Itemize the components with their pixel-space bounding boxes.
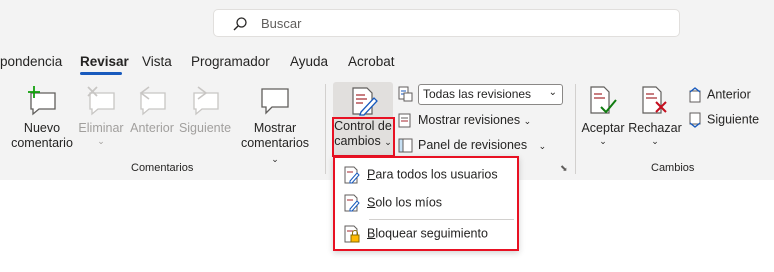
new-comment-button[interactable]: Nuevo comentario bbox=[10, 85, 74, 151]
search-icon bbox=[233, 17, 247, 31]
show-comments-button[interactable]: Mostrar comentarios ⌄ bbox=[236, 85, 314, 167]
show-markup-button[interactable]: Mostrar revisiones ⌄ bbox=[398, 113, 531, 128]
previous-change-button[interactable]: Anterior bbox=[688, 87, 751, 103]
menu-item-todos-usuarios[interactable]: Para todos los usuarios bbox=[343, 166, 498, 184]
search-box[interactable]: Buscar bbox=[213, 9, 680, 37]
previous-comment-label: Anterior bbox=[130, 121, 174, 135]
track-changes-dropdown: Para todos los usuarios Solo los míos Bl… bbox=[333, 156, 519, 251]
chevron-down-icon: ⌄ bbox=[271, 154, 279, 164]
markup-view-value: Todas las revisiones bbox=[423, 87, 532, 101]
accept-label: Aceptar bbox=[581, 121, 625, 135]
title-bar: Buscar bbox=[0, 0, 774, 46]
chevron-down-icon: ⌄ bbox=[538, 141, 547, 151]
group-separator bbox=[575, 84, 576, 174]
tab-acrobat[interactable]: Acrobat bbox=[348, 54, 395, 69]
active-tab-indicator bbox=[80, 72, 122, 75]
next-comment-label: Siguiente bbox=[178, 121, 232, 135]
tab-programador[interactable]: Programador bbox=[191, 54, 270, 69]
chevron-down-icon: ⌄ bbox=[599, 136, 607, 146]
menu-separator bbox=[369, 219, 514, 220]
chevron-down-icon: ⌄ bbox=[651, 136, 659, 146]
track-changes-highlight bbox=[332, 117, 395, 157]
search-placeholder: Buscar bbox=[261, 16, 302, 31]
group-label-comentarios: Comentarios bbox=[131, 162, 194, 174]
chevron-down-icon: ⌄ bbox=[548, 87, 557, 98]
markup-view-select[interactable]: Todas las revisiones ⌄ bbox=[418, 84, 563, 105]
reject-label: Rechazar bbox=[628, 121, 682, 135]
markup-mode-icon bbox=[398, 86, 413, 102]
menu-item-3-label: loquear seguimiento bbox=[375, 226, 488, 241]
previous-change-icon bbox=[689, 87, 701, 103]
show-markup-label: Mostrar revisiones bbox=[418, 113, 521, 127]
markup-mode-icon-wrap bbox=[398, 86, 418, 102]
group-label-cambios: Cambios bbox=[651, 162, 695, 174]
menu-item-2-label: olo los míos bbox=[375, 195, 443, 210]
show-comments-label-2: comentarios ⌄ bbox=[236, 136, 314, 167]
accept-icon bbox=[590, 86, 617, 114]
next-change-icon bbox=[689, 112, 701, 128]
menu-item-bloquear-seguimiento[interactable]: Bloquear seguimiento bbox=[343, 225, 488, 243]
previous-comment-icon bbox=[139, 86, 166, 116]
delete-comment-label: Eliminar bbox=[78, 121, 124, 135]
tab-revisar[interactable]: Revisar bbox=[80, 54, 129, 69]
new-comment-label-2: comentario bbox=[11, 136, 73, 150]
reviewing-pane-button[interactable]: Panel de revisiones ⌄ bbox=[398, 138, 546, 153]
track-changes-icon bbox=[352, 87, 378, 116]
next-comment-icon bbox=[193, 86, 219, 116]
reviewing-pane-label: Panel de revisiones bbox=[418, 138, 528, 152]
tab-correspondencia[interactable]: pondencia bbox=[0, 54, 62, 69]
dialog-launcher-icon[interactable]: ⬊ bbox=[560, 163, 568, 174]
new-comment-label-1: Nuevo bbox=[23, 121, 61, 135]
show-comments-label-1: Mostrar bbox=[253, 121, 297, 135]
track-changes-mine-icon bbox=[344, 194, 360, 212]
show-comments-label-2-text: comentarios bbox=[240, 136, 310, 150]
tab-ayuda[interactable]: Ayuda bbox=[290, 54, 328, 69]
track-changes-everyone-icon bbox=[344, 166, 360, 184]
group-separator bbox=[325, 84, 326, 174]
accept-button[interactable]: Aceptar ⌄ bbox=[580, 85, 626, 146]
previous-change-label: Anterior bbox=[707, 87, 751, 102]
reviewing-pane-icon bbox=[398, 138, 413, 153]
delete-comment-button[interactable]: Eliminar ⌄ bbox=[78, 85, 124, 146]
reject-button[interactable]: Rechazar ⌄ bbox=[628, 85, 682, 146]
tab-vista[interactable]: Vista bbox=[142, 54, 172, 69]
show-comments-icon bbox=[261, 88, 289, 115]
previous-comment-button[interactable]: Anterior bbox=[128, 85, 176, 136]
new-comment-icon bbox=[28, 86, 56, 116]
lock-tracking-icon bbox=[344, 225, 360, 243]
reject-icon bbox=[642, 86, 667, 114]
menu-item-1-label: ara todos los usuarios bbox=[375, 167, 498, 182]
next-change-label: Siguiente bbox=[707, 112, 760, 127]
chevron-down-icon: ⌄ bbox=[523, 116, 532, 126]
next-change-button[interactable]: Siguiente bbox=[688, 112, 759, 128]
menu-item-solo-mios[interactable]: Solo los míos bbox=[343, 194, 442, 212]
show-markup-icon bbox=[398, 113, 411, 128]
next-comment-button[interactable]: Siguiente bbox=[178, 85, 232, 136]
chevron-down-icon: ⌄ bbox=[97, 136, 105, 146]
delete-comment-icon bbox=[87, 86, 115, 116]
